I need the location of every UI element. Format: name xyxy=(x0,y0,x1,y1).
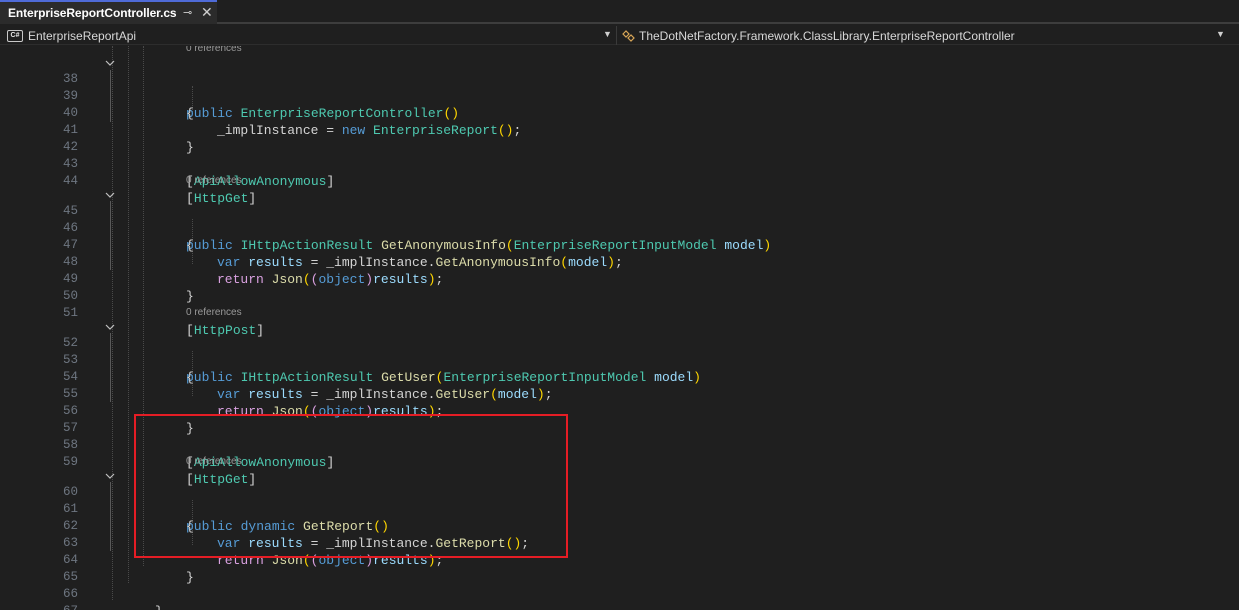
chevron-down-icon[interactable] xyxy=(104,321,116,333)
code-line: 50 xyxy=(0,271,1239,303)
project-dropdown[interactable]: C# EnterpriseReportApi xyxy=(4,27,616,44)
project-name: EnterpriseReportApi xyxy=(28,28,137,43)
code-line: 39 { xyxy=(0,71,1239,121)
code-line: 38 public EnterpriseReportController() xyxy=(0,54,1239,121)
code-line: 48 return Json((object)results); xyxy=(0,237,1239,287)
tab-title: EnterpriseReportController.cs xyxy=(8,6,177,20)
code-line: 45 public IHttpActionResult GetAnonymous… xyxy=(0,186,1239,253)
code-line: 49 } xyxy=(0,254,1239,304)
chevron-down-icon[interactable] xyxy=(104,189,116,201)
code-line: 51 [HttpPost] xyxy=(0,288,1239,338)
class-dropdown[interactable]: TheDotNetFactory.Framework.ClassLibrary.… xyxy=(622,27,1015,44)
chevron-down-icon[interactable] xyxy=(104,57,116,69)
chevron-down-icon[interactable] xyxy=(104,470,116,482)
navigation-bar: C# EnterpriseReportApi ▼ TheDotNetFactor… xyxy=(0,26,1239,45)
pin-icon[interactable]: ⊸ xyxy=(183,6,192,19)
class-icon xyxy=(622,29,636,42)
document-tab-strip: EnterpriseReportController.cs ⊸ ✕ xyxy=(0,0,1239,24)
code-line: 42 xyxy=(0,122,1239,154)
code-line: 47 var results = _implInstance.GetAnonym… xyxy=(0,220,1239,270)
close-icon[interactable]: ✕ xyxy=(201,4,213,21)
chevron-down-icon[interactable]: ▼ xyxy=(603,29,612,39)
code-line: 54 var results = _implInstance.GetUser(m… xyxy=(0,352,1239,402)
code-line: 68 xyxy=(0,603,1239,610)
code-line: 41 } xyxy=(0,105,1239,155)
code-line: 46 { xyxy=(0,203,1239,253)
code-line: 66 } xyxy=(0,569,1239,610)
code-line: 55 return Json((object)results); xyxy=(0,369,1239,419)
chevron-down-icon[interactable]: ▼ xyxy=(1216,29,1225,39)
code-line: 53 { xyxy=(0,335,1239,385)
code-line: 43 [ApiAllowAnonymous] xyxy=(0,139,1239,189)
code-line: 56 } xyxy=(0,386,1239,436)
code-line: 40 _implInstance = new EnterpriseReport(… xyxy=(0,88,1239,138)
document-tab[interactable]: EnterpriseReportController.cs ⊸ ✕ xyxy=(0,0,217,24)
class-path: TheDotNetFactory.Framework.ClassLibrary.… xyxy=(639,28,1015,43)
code-editor[interactable]: 0 references 38 public EnterpriseReportC… xyxy=(0,46,1239,610)
code-line: 52 public IHttpActionResult GetUser(Ente… xyxy=(0,318,1239,385)
highlight-box xyxy=(134,414,568,558)
code-line: 67 } xyxy=(0,586,1239,610)
csharp-project-icon: C# xyxy=(7,29,23,42)
navbar-divider xyxy=(616,26,617,45)
code-line: 44 [HttpGet] xyxy=(0,156,1239,206)
